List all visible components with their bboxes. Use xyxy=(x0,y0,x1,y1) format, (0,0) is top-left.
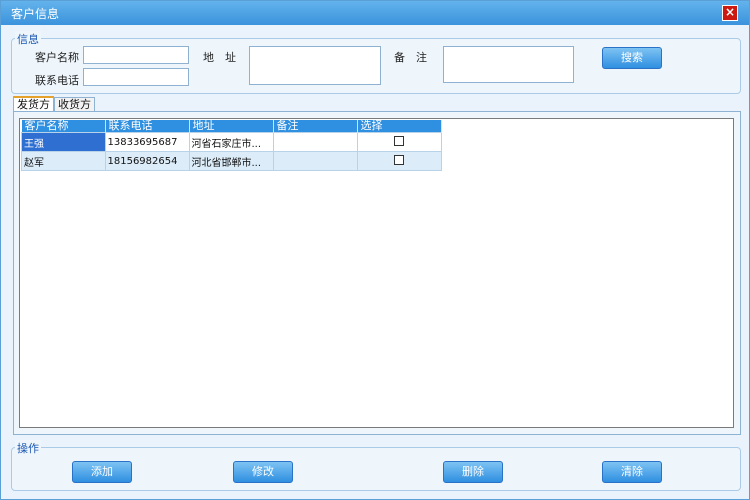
close-button[interactable]: × xyxy=(722,5,738,21)
cell-remark[interactable] xyxy=(272,132,358,152)
col-header-address[interactable]: 地址 xyxy=(189,120,274,133)
table-row[interactable]: 王强 13833695687 河省石家庄市... xyxy=(21,132,442,152)
delete-button[interactable]: 删除 xyxy=(443,461,503,483)
tab-shipper[interactable]: 发货方 xyxy=(13,96,54,111)
tab-consignee[interactable]: 收货方 xyxy=(54,97,95,112)
select-checkbox[interactable] xyxy=(394,154,404,165)
operations-legend: 操作 xyxy=(15,440,41,456)
edit-button[interactable]: 修改 xyxy=(233,461,293,483)
info-legend: 信息 xyxy=(15,31,41,47)
col-header-remark[interactable]: 备注 xyxy=(273,120,358,133)
remark-label: 备 注 xyxy=(394,51,427,64)
cell-select[interactable] xyxy=(356,151,442,171)
phone-label: 联系电话 xyxy=(35,74,79,87)
select-checkbox[interactable] xyxy=(394,135,404,146)
title-bar[interactable]: 客户信息 × xyxy=(1,1,749,25)
cell-phone[interactable]: 18156982654 xyxy=(104,151,190,171)
cell-phone[interactable]: 13833695687 xyxy=(104,132,190,152)
cell-select[interactable] xyxy=(356,132,442,152)
cell-remark[interactable] xyxy=(272,151,358,171)
customer-grid: 客户名称 联系电话 地址 备注 选择 王强 13833695687 河省石家庄市… xyxy=(19,118,734,428)
cell-name[interactable]: 王强 xyxy=(21,132,106,152)
close-icon: × xyxy=(724,5,736,19)
customer-name-label: 客户名称 xyxy=(35,51,79,64)
cell-address[interactable]: 河省石家庄市... xyxy=(188,132,274,152)
remark-input[interactable] xyxy=(443,46,574,83)
window-title: 客户信息 xyxy=(11,7,60,21)
col-header-name[interactable]: 客户名称 xyxy=(21,120,106,133)
cell-name[interactable]: 赵军 xyxy=(21,151,106,171)
cell-address[interactable]: 河北省邯郸市... xyxy=(188,151,274,171)
customer-name-input[interactable] xyxy=(83,46,189,64)
clear-button[interactable]: 清除 xyxy=(602,461,662,483)
customer-table: 客户名称 联系电话 地址 备注 选择 王强 13833695687 河省石家庄市… xyxy=(21,120,442,171)
address-input[interactable] xyxy=(249,46,381,85)
col-header-phone[interactable]: 联系电话 xyxy=(105,120,190,133)
address-label: 地 址 xyxy=(203,51,236,64)
search-button[interactable]: 搜索 xyxy=(602,47,662,69)
col-header-select[interactable]: 选择 xyxy=(357,120,442,133)
add-button[interactable]: 添加 xyxy=(72,461,132,483)
phone-input[interactable] xyxy=(83,68,189,86)
customer-info-window: 客户信息 × 信息 客户名称 联系电话 地 址 备 注 搜索 发货方 收货方 客… xyxy=(0,0,750,500)
table-header-row: 客户名称 联系电话 地址 备注 选择 xyxy=(21,120,442,133)
table-row[interactable]: 赵军 18156982654 河北省邯郸市... xyxy=(21,151,442,171)
